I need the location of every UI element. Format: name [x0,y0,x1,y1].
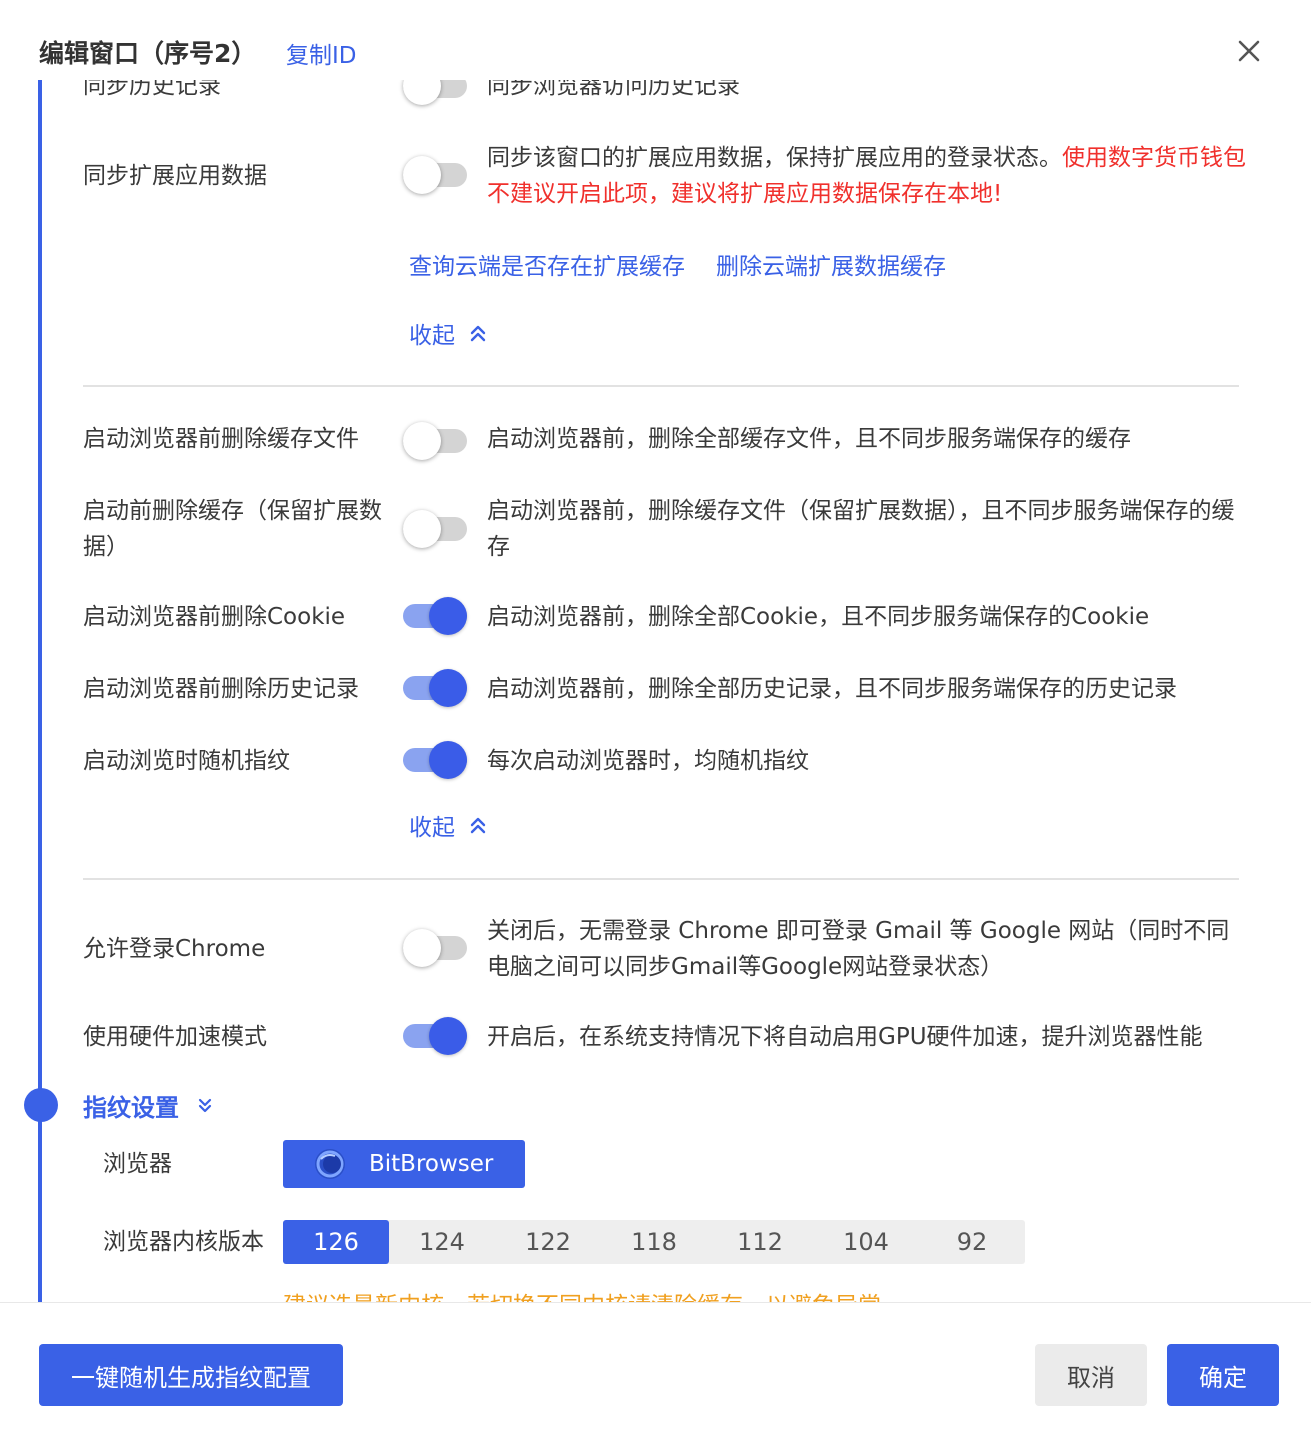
toggle-knob [429,741,467,779]
toggle-random-fingerprint[interactable] [403,741,467,779]
browser-select-button[interactable]: BitBrowser [283,1140,525,1188]
divider [83,878,1239,880]
setting-desc-allow-chrome-login: 关闭后，无需登录 Chrome 即可登录 Gmail 等 Google 网站（同… [487,918,1230,980]
setting-desc-hardware-accel: 开启后，在系统支持情况下将自动启用GPU硬件加速，提升浏览器性能 [487,1024,1203,1050]
setting-label-clear-cookie: 启动浏览器前删除Cookie [83,604,346,630]
bitbrowser-logo-icon [315,1149,345,1179]
collapse-toggle-1[interactable]: 收起 [409,316,489,350]
toggle-allow-chrome-login[interactable] [403,929,467,967]
desc-text: 同步该窗口的扩展应用数据，保持扩展应用的登录状态。 [487,145,1062,171]
query-cloud-cache-link[interactable]: 查询云端是否存在扩展缓存 [409,252,685,282]
toggle-history-sync[interactable] [403,80,467,105]
divider [83,385,1239,387]
kernel-option[interactable]: 118 [601,1220,707,1264]
dialog-footer: 一键随机生成指纹配置 取消 确定 [0,1302,1311,1454]
setting-label-allow-chrome-login: 允许登录Chrome [83,936,266,962]
toggle-ext-sync[interactable] [403,156,467,194]
dialog-content[interactable]: 同步历史记录 同步浏览器访问历史记录 同步扩展应用数据 同步该窗口的扩展应用数据… [0,80,1311,1302]
dialog-header: 编辑窗口（序号2） 复制ID [0,0,1311,80]
setting-label-ext-sync: 同步扩展应用数据 [83,163,267,189]
section-title-label: 指纹设置 [83,1094,179,1122]
setting-desc-clear-cache-keep-ext: 启动浏览器前，删除缓存文件（保留扩展数据），且不同步服务端保存的缓存 [487,498,1235,560]
kernel-version-label: 浏览器内核版本 [103,1229,264,1255]
setting-desc-random-fingerprint: 每次启动浏览器时，均随机指纹 [487,748,809,774]
collapse-label: 收起 [409,323,455,349]
setting-label-hardware-accel: 使用硬件加速模式 [83,1024,267,1050]
setting-desc-clear-cookie: 启动浏览器前，删除全部Cookie，且不同步服务端保存的Cookie [487,604,1150,630]
toggle-clear-cache[interactable] [403,422,467,460]
toggle-knob [429,1017,467,1055]
close-icon[interactable] [1234,36,1264,66]
delete-cloud-cache-link[interactable]: 删除云端扩展数据缓存 [716,252,946,282]
timeline-dot [24,1088,58,1122]
setting-desc-clear-history: 启动浏览器前，删除全部历史记录，且不同步服务端保存的历史记录 [487,676,1177,702]
kernel-option[interactable]: 92 [919,1220,1025,1264]
kernel-option[interactable]: 126 [283,1220,389,1264]
toggle-knob [429,669,467,707]
edit-window-dialog: 编辑窗口（序号2） 复制ID 同步历史记录 同步浏览器访问历史记录 同步扩展应用… [0,0,1311,1454]
toggle-knob [403,929,441,967]
kernel-option[interactable]: 124 [389,1220,495,1264]
setting-desc-clear-cache: 启动浏览器前，删除全部缓存文件，且不同步服务端保存的缓存 [487,426,1131,452]
setting-label-clear-cache: 启动浏览器前删除缓存文件 [83,426,359,452]
toggle-knob [403,510,441,548]
kernel-version-selector: 126 124 122 118 112 104 92 [283,1220,1025,1264]
browser-label: 浏览器 [103,1151,172,1177]
setting-desc-history-sync: 同步浏览器访问历史记录 [487,80,740,99]
kernel-hint: 建议选最新内核，若切换不同内核请清除缓存，以避免异常 [283,1286,881,1302]
setting-label-history-sync: 同步历史记录 [83,80,221,99]
confirm-button[interactable]: 确定 [1167,1344,1279,1406]
random-fingerprint-button[interactable]: 一键随机生成指纹配置 [39,1344,343,1406]
fingerprint-section-title[interactable]: 指纹设置 [83,1088,215,1123]
setting-label-clear-cache-keep-ext: 启动前删除缓存（保留扩展数据） [83,498,382,560]
copy-id-link[interactable]: 复制ID [286,36,357,70]
toggle-knob [429,597,467,635]
chevron-double-up-icon [470,817,486,834]
chevron-double-down-icon [198,1098,212,1112]
dialog-title: 编辑窗口（序号2） [39,39,257,68]
kernel-option[interactable]: 122 [495,1220,601,1264]
collapse-label: 收起 [409,815,455,841]
browser-name: BitBrowser [369,1151,494,1177]
collapse-toggle-2[interactable]: 收起 [409,808,489,842]
toggle-clear-cache-keep-ext[interactable] [403,510,467,548]
toggle-hardware-accel[interactable] [403,1017,467,1055]
toggle-clear-history[interactable] [403,669,467,707]
kernel-option[interactable]: 104 [813,1220,919,1264]
toggle-knob [403,80,441,105]
setting-desc-ext-sync: 同步该窗口的扩展应用数据，保持扩展应用的登录状态。使用数字货币钱包不建议开启此项… [487,140,1247,212]
toggle-knob [403,156,441,194]
cancel-button[interactable]: 取消 [1035,1344,1147,1406]
setting-label-random-fingerprint: 启动浏览时随机指纹 [83,748,290,774]
toggle-knob [403,422,441,460]
toggle-clear-cookie[interactable] [403,597,467,635]
kernel-option[interactable]: 112 [707,1220,813,1264]
setting-label-clear-history: 启动浏览器前删除历史记录 [83,676,359,702]
chevron-double-up-icon [470,325,486,342]
